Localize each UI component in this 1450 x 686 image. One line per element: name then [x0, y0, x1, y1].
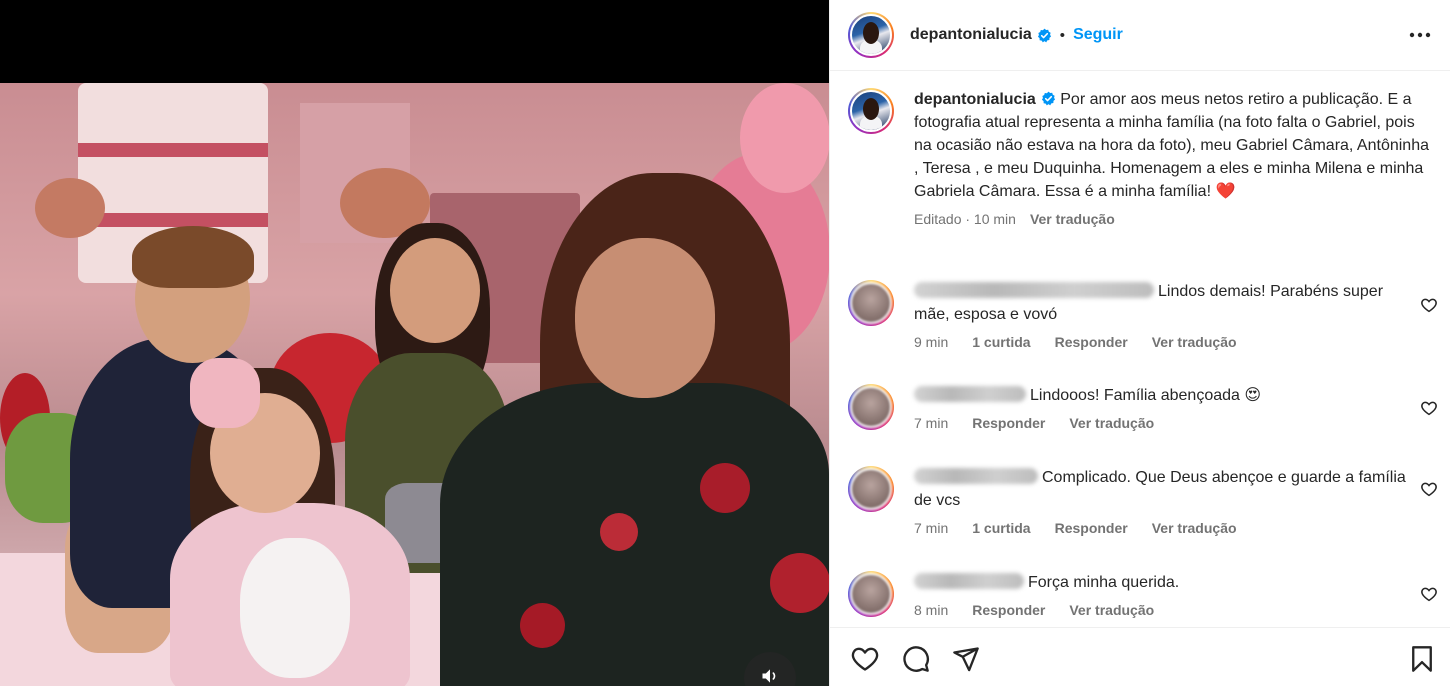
comment-likes[interactable]: 1 curtida	[972, 520, 1030, 536]
comment-time: 8 min	[914, 602, 949, 618]
verified-badge-icon	[1037, 28, 1051, 42]
author-username[interactable]: depantonialucia	[910, 26, 1032, 44]
header-separator: •	[1059, 26, 1066, 44]
comment-text: Força minha querida.	[1028, 574, 1180, 591]
comment-item: Lindos demais! Parabéns super mãe, espos…	[848, 280, 1438, 350]
comment-likes[interactable]: 1 curtida	[972, 334, 1030, 350]
like-button-heart-icon[interactable]	[851, 645, 879, 673]
comment-reply-button[interactable]: Responder	[1055, 334, 1128, 350]
comment-translate-link[interactable]: Ver tradução	[1069, 415, 1154, 431]
verified-badge-icon	[1041, 91, 1055, 106]
post-actions-bar	[830, 627, 1450, 686]
caption-username[interactable]: depantonialucia	[914, 91, 1036, 108]
commenter-username-blurred[interactable]	[914, 468, 1038, 484]
comment-time: 7 min	[914, 520, 949, 536]
comments-scroll-area[interactable]: depantonialucia Por amor aos meus netos …	[830, 71, 1450, 627]
heart-icon[interactable]	[1420, 480, 1438, 498]
comment-reply-button[interactable]: Responder	[1055, 520, 1128, 536]
commenter-username-blurred[interactable]	[914, 282, 1154, 298]
commenter-username-blurred[interactable]	[914, 573, 1024, 589]
comment-icon[interactable]	[902, 645, 930, 673]
caption-translate-link[interactable]: Ver tradução	[1030, 211, 1115, 227]
commenter-avatar[interactable]	[848, 571, 894, 617]
commenter-username-blurred[interactable]	[914, 386, 1026, 402]
commenter-avatar[interactable]	[848, 384, 894, 430]
comment-item: Complicado. Que Deus abençoe e guarde a …	[848, 466, 1438, 536]
commenter-avatar[interactable]	[848, 280, 894, 326]
speaker-icon	[762, 669, 776, 683]
comment-text: Lindooos! Família abençoada 😍	[1030, 387, 1262, 404]
heart-icon[interactable]	[1420, 585, 1438, 603]
heart-icon[interactable]	[1420, 296, 1438, 314]
comment-item: Força minha querida. 8 min Responder Ver…	[848, 571, 1438, 618]
follow-button[interactable]: Seguir	[1073, 26, 1123, 44]
post-media[interactable]	[0, 0, 829, 686]
comment-translate-link[interactable]: Ver tradução	[1152, 334, 1237, 350]
comment-translate-link[interactable]: Ver tradução	[1069, 602, 1154, 618]
caption-avatar[interactable]	[848, 88, 894, 134]
caption-edited-time: Editado · 10 min	[914, 211, 1016, 227]
share-icon[interactable]	[952, 645, 980, 673]
heart-icon[interactable]	[1420, 399, 1438, 417]
comment-item: Lindooos! Família abençoada 😍 7 min Resp…	[848, 384, 1438, 431]
red-heart-emoji: ❤️	[1215, 183, 1236, 200]
comment-reply-button[interactable]: Responder	[972, 602, 1045, 618]
post-side-panel: depantonialucia • Seguir depantonialucia	[829, 0, 1450, 686]
comment-time: 7 min	[914, 415, 949, 431]
post-header: depantonialucia • Seguir	[830, 0, 1450, 71]
comment-translate-link[interactable]: Ver tradução	[1152, 520, 1237, 536]
post-caption: depantonialucia Por amor aos meus netos …	[848, 88, 1438, 227]
bookmark-icon[interactable]	[1408, 645, 1436, 673]
more-options-icon	[1409, 32, 1431, 38]
post-photo[interactable]	[0, 83, 829, 686]
post-dialog: depantonialucia • Seguir depantonialucia	[0, 0, 1450, 686]
comment-reply-button[interactable]: Responder	[972, 415, 1045, 431]
commenter-avatar[interactable]	[848, 466, 894, 512]
more-options-button[interactable]	[1407, 22, 1433, 48]
comment-time: 9 min	[914, 334, 949, 350]
author-avatar[interactable]	[848, 12, 894, 58]
